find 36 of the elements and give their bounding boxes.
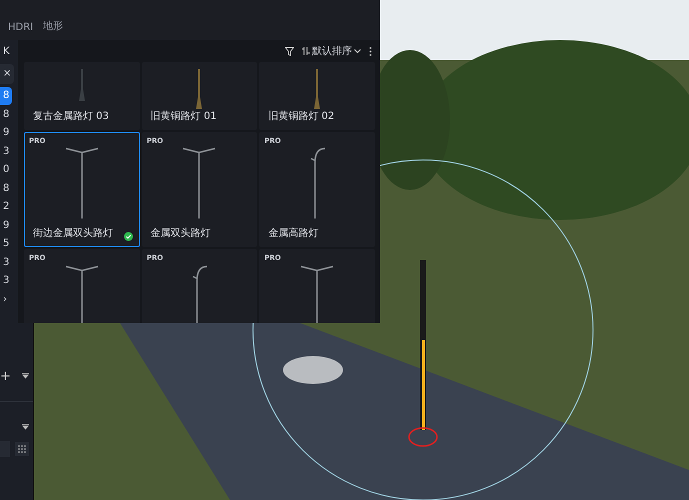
lamp-post-drawing	[195, 69, 204, 109]
asset-name: 旧黄铜路灯 01	[150, 110, 217, 124]
sidebar-item[interactable]: 8	[0, 86, 12, 105]
sidebar-item[interactable]: 3	[0, 142, 12, 160]
asset-name: 街边金属双头路灯	[32, 226, 113, 241]
tab[interactable]: 地形	[43, 19, 64, 33]
sidebar-item[interactable]: 8	[0, 179, 12, 198]
more-icon[interactable]	[369, 46, 372, 56]
dropdown-icon[interactable]	[22, 373, 29, 379]
sidebar-item[interactable]: 3	[0, 253, 12, 272]
sidebar-item[interactable]: 0	[0, 160, 12, 179]
sidebar-item[interactable]: K	[0, 42, 13, 60]
sort-icon	[302, 47, 310, 55]
sidebar-item[interactable]: 9	[0, 216, 12, 234]
expand-button[interactable]: ›	[0, 290, 10, 308]
dropdown-icon[interactable]	[22, 424, 29, 430]
grid-icon[interactable]	[15, 442, 29, 456]
asset-name: 旧黄铜路灯 02	[267, 110, 334, 124]
sidebar-item[interactable]: 8	[0, 105, 12, 124]
asset-name: 金属双头路灯	[150, 226, 211, 241]
sidebar-item[interactable]: 3	[0, 272, 12, 290]
sidebar-item[interactable]: 2	[0, 198, 12, 216]
sidebar-item[interactable]: 5	[0, 234, 12, 253]
filter-icon[interactable]	[285, 46, 294, 56]
close-button[interactable]: ×	[0, 64, 14, 84]
add-button[interactable]: +	[0, 368, 11, 384]
caret-icon	[354, 48, 361, 54]
asset-card[interactable]: 旧黄铜路灯 02	[259, 62, 375, 130]
asset-name: 复古金属路灯 03	[32, 110, 109, 124]
asset-name: 金属高路灯	[267, 226, 318, 241]
lamp-post-drawing	[313, 69, 322, 109]
sort-dropdown[interactable]: 默认排序	[302, 44, 361, 58]
asset-card[interactable]: 旧黄铜路灯 01	[142, 62, 258, 130]
tab[interactable]: HDRI	[8, 22, 34, 33]
sidebar-item[interactable]: 9	[0, 124, 12, 142]
asset-card[interactable]: 复古金属路灯 03	[24, 62, 140, 130]
